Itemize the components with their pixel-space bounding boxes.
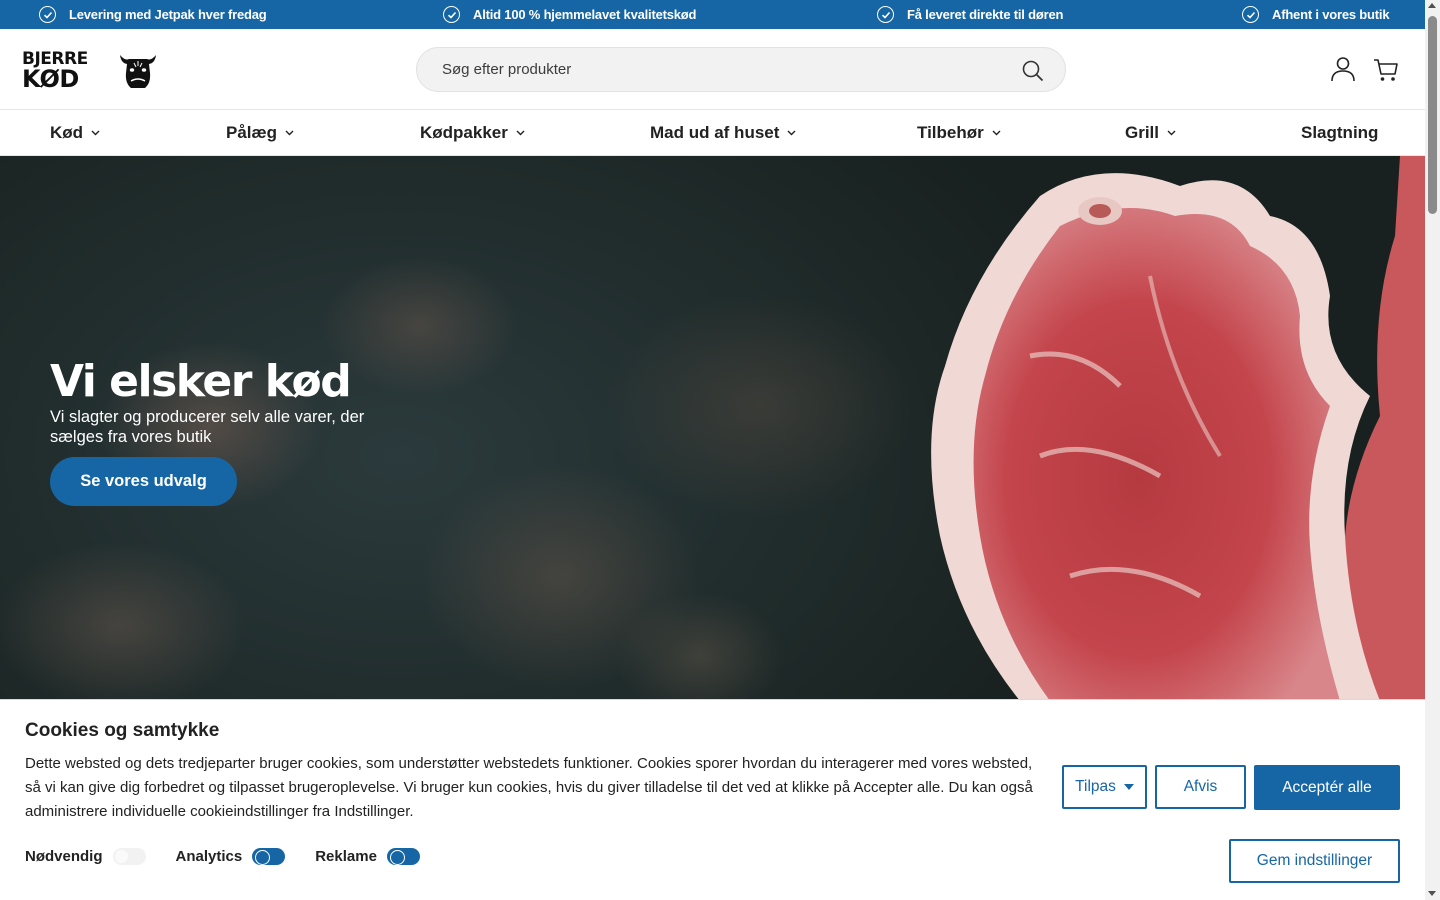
hero-title: Vi elsker kød	[50, 356, 352, 407]
scroll-thumb[interactable]	[1428, 16, 1437, 214]
nav-item-label: Mad ud af huset	[650, 122, 780, 142]
nav-item-tilbehor[interactable]: Tilbehør	[917, 110, 1002, 155]
toggle-label-necessary: Nødvendig	[25, 848, 103, 865]
nav-item-palaeg[interactable]: Pålæg	[226, 110, 295, 155]
chevron-down-icon	[516, 130, 525, 136]
hero-banner: Vi elsker kød Vi slagter og producerer s…	[0, 156, 1425, 701]
usp-item: Levering med Jetpak hver fredag	[39, 0, 267, 29]
usp-label: Få leveret direkte til døren	[907, 7, 1064, 22]
save-settings-button[interactable]: Gem indstillinger	[1229, 839, 1400, 883]
ads-toggle[interactable]	[386, 848, 420, 865]
toggle-label-analytics: Analytics	[175, 848, 243, 865]
save-settings-label: Gem indstillinger	[1256, 852, 1373, 869]
necessary-toggle	[112, 848, 146, 865]
nav-item-label: Slagtning	[1301, 122, 1379, 142]
accept-all-button[interactable]: Acceptér alle	[1254, 765, 1400, 810]
caret-down-icon	[1123, 784, 1134, 790]
cookie-title: Cookies og samtykke	[25, 720, 220, 741]
cookie-toggles: Nødvendig Analytics Reklame	[25, 848, 450, 865]
nav-item-label: Grill	[1125, 122, 1160, 142]
customize-label: Tilpas	[1075, 778, 1116, 795]
analytics-toggle[interactable]	[252, 848, 286, 865]
search-input[interactable]	[442, 61, 1002, 78]
nav-item-kod[interactable]: Kød	[50, 110, 101, 155]
cookie-text: Dette websted og dets tredjeparter bruge…	[25, 755, 1033, 820]
scrollbar[interactable]	[1425, 0, 1440, 900]
see-selection-button[interactable]: Se vores udvalg	[50, 457, 237, 506]
check-circle-icon	[1242, 6, 1259, 23]
hero-subtitle: Vi slagter og producerer selv alle varer…	[50, 408, 365, 446]
nav-item-label: Pålæg	[226, 122, 278, 142]
logo-line2: KØD	[22, 65, 79, 93]
usp-label: Levering med Jetpak hver fredag	[69, 7, 267, 22]
search-bar	[416, 47, 1066, 92]
page: Levering med Jetpak hver fredag Altid 10…	[0, 0, 1425, 900]
usp-label: Altid 100 % hjemmelavet kvalitetskød	[473, 7, 697, 22]
usp-label: Afhent i vores butik	[1272, 7, 1390, 22]
main-nav: Kød Pålæg Kødpakker Mad ud af huset Tilb…	[0, 110, 1425, 156]
reject-button[interactable]: Afvis	[1155, 765, 1246, 809]
check-circle-icon	[877, 6, 894, 23]
site-header: BJERRE KØD	[0, 29, 1425, 110]
scroll-up-arrow-icon[interactable]	[1428, 3, 1436, 8]
cart-icon[interactable]	[1372, 56, 1400, 84]
chevron-down-icon	[992, 130, 1001, 136]
nav-item-grill[interactable]: Grill	[1125, 110, 1177, 155]
bull-head-icon	[120, 55, 156, 88]
nav-item-label: Tilbehør	[917, 122, 984, 142]
check-circle-icon	[39, 6, 56, 23]
usp-item: Altid 100 % hjemmelavet kvalitetskød	[443, 0, 696, 29]
chevron-down-icon	[91, 130, 100, 136]
chevron-down-icon	[1167, 130, 1176, 136]
nav-item-slagtning[interactable]: Slagtning	[1301, 110, 1378, 155]
chevron-down-icon	[285, 130, 294, 136]
announcement-bar: Levering med Jetpak hver fredag Altid 10…	[0, 0, 1425, 29]
usp-item: Afhent i vores butik	[1242, 0, 1390, 29]
usp-item: Få leveret direkte til døren	[877, 0, 1063, 29]
meat-image	[931, 156, 1425, 701]
check-circle-icon	[443, 6, 460, 23]
cookie-consent-banner: Cookies og samtykke Dette websted og det…	[0, 699, 1425, 900]
chevron-down-icon	[787, 130, 796, 136]
nav-item-mad-ud-af-huset[interactable]: Mad ud af huset	[650, 110, 797, 155]
nav-item-kodpakker[interactable]: Kødpakker	[420, 110, 526, 155]
nav-item-label: Kødpakker	[420, 122, 508, 142]
nav-item-label: Kød	[50, 122, 84, 142]
logo[interactable]: BJERRE KØD	[22, 49, 159, 91]
user-icon[interactable]	[1329, 55, 1357, 83]
customize-button[interactable]: Tilpas	[1062, 765, 1147, 809]
search-icon[interactable]	[1021, 59, 1045, 83]
reject-label: Afvis	[1183, 778, 1218, 795]
toggle-label-ads: Reklame	[315, 848, 377, 865]
scroll-down-arrow-icon[interactable]	[1428, 891, 1436, 896]
